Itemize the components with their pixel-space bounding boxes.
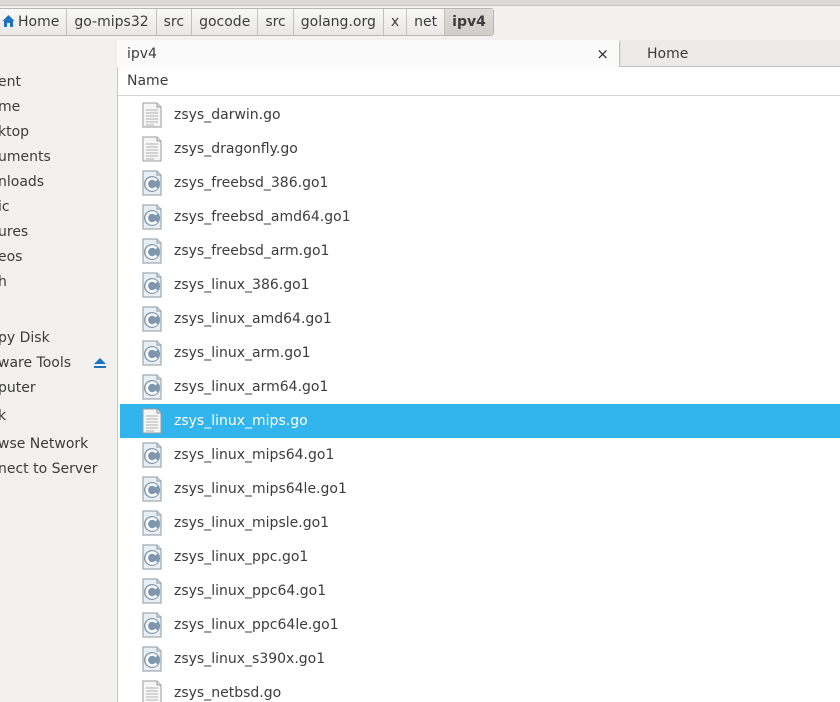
- sidebar-item-music[interactable]: ic: [0, 196, 10, 218]
- file-row[interactable]: zsys_freebsd_amd64.go1: [120, 200, 840, 234]
- c-source-file-icon: [140, 306, 164, 332]
- file-row-selected[interactable]: zsys_linux_mips.go: [120, 404, 840, 438]
- eject-icon[interactable]: [93, 356, 107, 370]
- file-row[interactable]: zsys_linux_mips64le.go1: [120, 472, 840, 506]
- c-source-file-icon: [140, 442, 164, 468]
- file-name: zsys_netbsd.go: [174, 685, 282, 701]
- c-source-file-icon: [140, 272, 164, 298]
- c-source-file-icon: [140, 510, 164, 536]
- file-list: Name zsys_darwin.go zsys_dragonfly.gozsys…: [117, 67, 840, 702]
- sidebar-item-desktop[interactable]: ktop: [0, 121, 29, 143]
- file-name: zsys_linux_s390x.go1: [174, 651, 326, 667]
- file-row[interactable]: zsys_linux_arm64.go1: [120, 370, 840, 404]
- file-row[interactable]: zsys_darwin.go: [120, 98, 840, 132]
- sidebar-item-vmware-tools[interactable]: ware Tools: [0, 352, 71, 374]
- file-name: zsys_dragonfly.go: [174, 141, 298, 157]
- breadcrumb-item[interactable]: go-mips32: [67, 9, 157, 35]
- file-name: zsys_linux_ppc64le.go1: [174, 617, 339, 633]
- c-source-file-icon: [140, 612, 164, 638]
- c-source-file-icon: [140, 238, 164, 264]
- file-row[interactable]: zsys_netbsd.go: [120, 676, 840, 702]
- breadcrumb-home[interactable]: Home: [0, 9, 68, 35]
- breadcrumb-item[interactable]: gocode: [192, 9, 259, 35]
- file-name: zsys_linux_arm.go1: [174, 345, 311, 361]
- c-source-file-icon: [140, 340, 164, 366]
- breadcrumb-item[interactable]: src: [157, 9, 193, 35]
- sidebar-item-connect-to-server[interactable]: nect to Server: [0, 458, 98, 480]
- breadcrumb-item[interactable]: net: [407, 9, 446, 35]
- file-row[interactable]: zsys_freebsd_386.go1: [120, 166, 840, 200]
- file-name: zsys_darwin.go: [174, 107, 281, 123]
- breadcrumb-item[interactable]: src: [258, 9, 294, 35]
- breadcrumb-item[interactable]: golang.org: [294, 9, 384, 35]
- close-icon[interactable]: ×: [596, 42, 609, 66]
- file-name: zsys_freebsd_arm.go1: [174, 243, 330, 259]
- breadcrumb: Home go-mips32 src gocode src golang.org…: [0, 8, 494, 36]
- sidebar-item-recent[interactable]: ent: [0, 71, 21, 93]
- sidebar-item-downloads[interactable]: nloads: [0, 171, 44, 193]
- tab-home[interactable]: Home: [621, 40, 840, 66]
- sidebar-item-computer[interactable]: puter: [0, 377, 36, 399]
- file-name: zsys_linux_ppc64.go1: [174, 583, 327, 599]
- file-row[interactable]: zsys_linux_mips64.go1: [120, 438, 840, 472]
- window-top-edge: [0, 0, 840, 6]
- sidebar-item-browse-network[interactable]: wse Network: [0, 433, 88, 455]
- text-file-icon: [140, 408, 164, 434]
- breadcrumb-label: Home: [18, 14, 60, 30]
- file-row[interactable]: zsys_linux_arm.go1: [120, 336, 840, 370]
- c-source-file-icon: [140, 476, 164, 502]
- sidebar-item-documents[interactable]: uments: [0, 146, 51, 168]
- c-source-file-icon: [140, 374, 164, 400]
- column-header-name[interactable]: Name: [118, 67, 840, 96]
- file-row[interactable]: zsys_linux_ppc.go1: [120, 540, 840, 574]
- sidebar-item-floppy-disk[interactable]: py Disk: [0, 327, 50, 349]
- file-row[interactable]: zsys_linux_ppc64.go1: [120, 574, 840, 608]
- file-name: zsys_freebsd_386.go1: [174, 175, 329, 191]
- file-row[interactable]: zsys_linux_386.go1: [120, 268, 840, 302]
- sidebar-item-videos[interactable]: eos: [0, 246, 22, 268]
- path-bar: Home go-mips32 src gocode src golang.org…: [0, 0, 840, 40]
- c-source-file-icon: [140, 578, 164, 604]
- home-icon: [2, 15, 15, 27]
- text-file-icon: [140, 136, 164, 162]
- file-name: zsys_linux_mips64le.go1: [174, 481, 347, 497]
- breadcrumb-current[interactable]: ipv4: [445, 9, 493, 35]
- c-source-file-icon: [140, 170, 164, 196]
- file-row[interactable]: zsys_linux_ppc64le.go1: [120, 608, 840, 642]
- sidebar-item-pictures[interactable]: ures: [0, 221, 28, 243]
- file-row[interactable]: zsys_dragonfly.go: [120, 132, 840, 166]
- file-name: zsys_linux_mips.go: [174, 413, 308, 429]
- tab-ipv4[interactable]: ipv4 ×: [117, 40, 620, 68]
- c-source-file-icon: [140, 204, 164, 230]
- text-file-icon: [140, 102, 164, 128]
- file-name: zsys_linux_amd64.go1: [174, 311, 332, 327]
- file-name: zsys_freebsd_amd64.go1: [174, 209, 351, 225]
- file-row[interactable]: zsys_freebsd_arm.go1: [120, 234, 840, 268]
- sidebar-item-home[interactable]: me: [0, 96, 20, 118]
- breadcrumb-item[interactable]: x: [384, 9, 408, 35]
- file-row[interactable]: zsys_linux_s390x.go1: [120, 642, 840, 676]
- column-header-label: Name: [127, 73, 169, 89]
- sidebar-item-disk[interactable]: k: [0, 405, 6, 427]
- file-row[interactable]: zsys_linux_amd64.go1: [120, 302, 840, 336]
- file-row[interactable]: zsys_linux_mipsle.go1: [120, 506, 840, 540]
- text-file-icon: [140, 680, 164, 702]
- file-name: zsys_linux_mipsle.go1: [174, 515, 330, 531]
- c-source-file-icon: [140, 646, 164, 672]
- file-name: zsys_linux_ppc.go1: [174, 549, 309, 565]
- tab-bar: ipv4 × Home: [117, 40, 840, 68]
- sidebar-item-trash[interactable]: h: [0, 271, 7, 293]
- places-sidebar: ent me ktop uments nloads ic ures eos h …: [0, 40, 117, 702]
- file-name: zsys_linux_mips64.go1: [174, 447, 335, 463]
- file-name: zsys_linux_386.go1: [174, 277, 310, 293]
- tab-label: ipv4: [127, 46, 157, 62]
- file-name: zsys_linux_arm64.go1: [174, 379, 329, 395]
- c-source-file-icon: [140, 544, 164, 570]
- tab-label: Home: [647, 46, 689, 62]
